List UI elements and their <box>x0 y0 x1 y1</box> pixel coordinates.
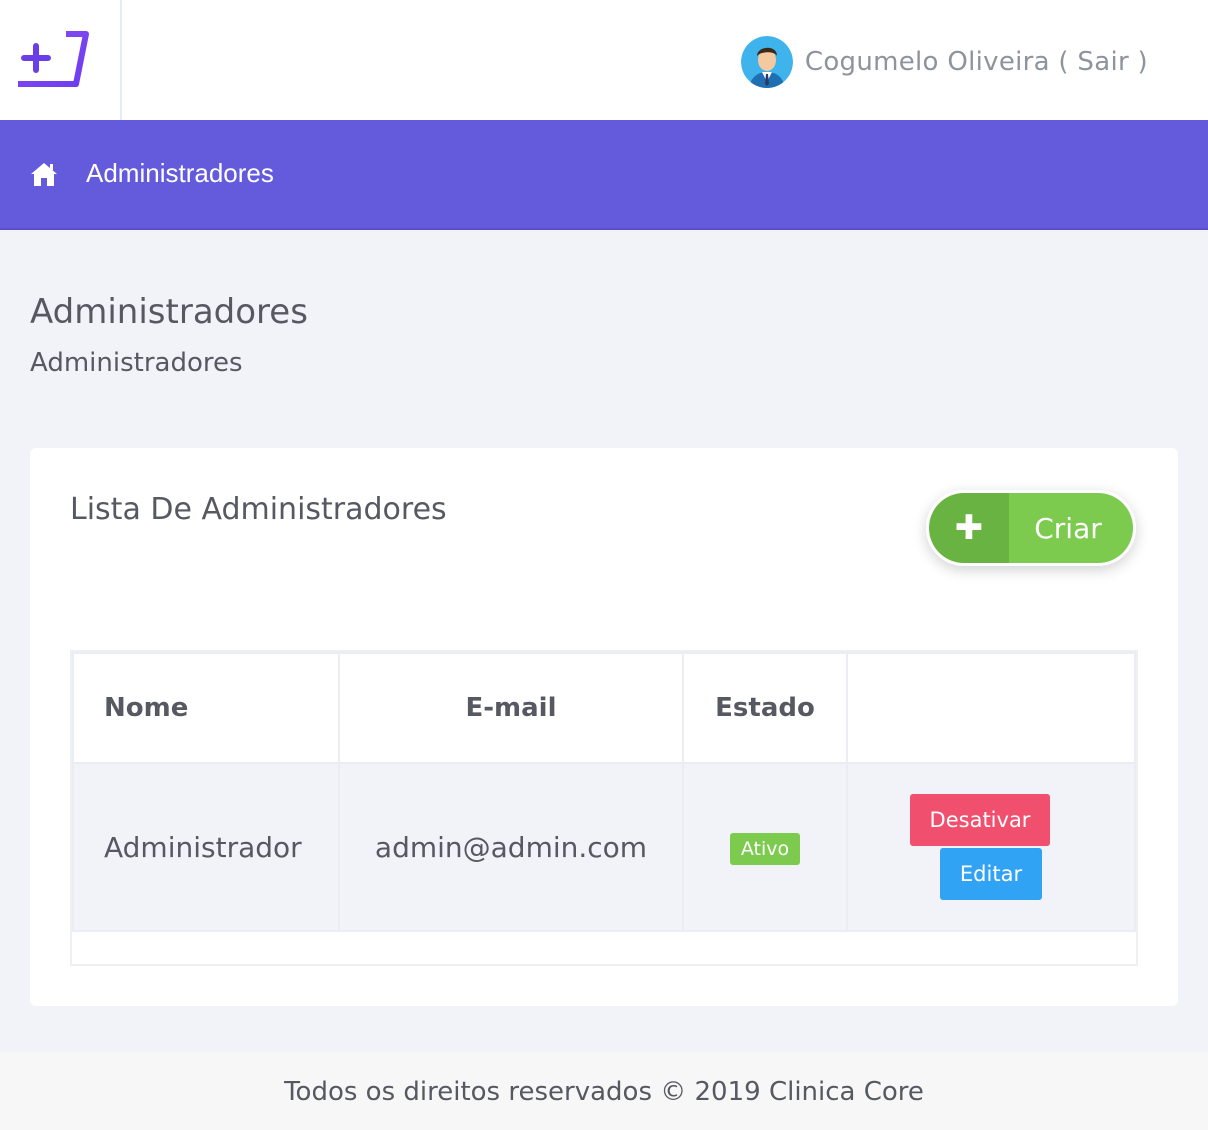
cell-status: Ativo <box>682 762 848 932</box>
create-button[interactable]: ✚ Criar <box>926 490 1136 566</box>
column-header-status[interactable]: Estado <box>682 652 848 764</box>
page-title: Administradores <box>30 292 308 332</box>
admin-list-card: Lista De Administradores ✚ Criar Nome E-… <box>30 448 1178 1006</box>
home-icon[interactable] <box>30 161 58 187</box>
column-header-actions <box>846 652 1136 764</box>
breadcrumb: Administradores <box>30 348 243 378</box>
nav-title[interactable]: Administradores <box>86 158 274 189</box>
deactivate-button[interactable]: Desativar <box>910 794 1050 846</box>
logo-container[interactable] <box>0 0 122 120</box>
card-title: Lista De Administradores <box>70 492 447 527</box>
footer: Todos os direitos reservados © 2019 Clin… <box>0 1052 1208 1130</box>
table-row: Administrador admin@admin.com Ativo <box>72 762 1136 932</box>
top-bar: Cogumelo Oliveira ( Sair ) <box>0 0 1208 120</box>
admin-table-container: Nome E-mail Estado Administrador admin@a… <box>70 650 1138 966</box>
cell-email: admin@admin.com <box>338 762 684 932</box>
nav-bar: Administradores <box>0 120 1208 230</box>
avatar[interactable] <box>740 36 793 88</box>
user-menu[interactable]: Cogumelo Oliveira ( Sair ) <box>740 34 1148 90</box>
column-header-name[interactable]: Nome <box>72 652 340 764</box>
create-button-label: Criar <box>1009 493 1133 563</box>
cell-name: Administrador <box>72 762 340 932</box>
user-name-logout[interactable]: Cogumelo Oliveira ( Sair ) <box>805 47 1148 77</box>
status-badge: Ativo <box>729 833 801 865</box>
logo-icon[interactable] <box>14 28 92 90</box>
cell-actions <box>846 762 1136 932</box>
table-header-row: Nome E-mail Estado <box>72 652 1136 764</box>
column-header-email[interactable]: E-mail <box>338 652 684 764</box>
plus-icon: ✚ <box>929 493 1009 563</box>
edit-button[interactable]: Editar <box>940 848 1042 900</box>
